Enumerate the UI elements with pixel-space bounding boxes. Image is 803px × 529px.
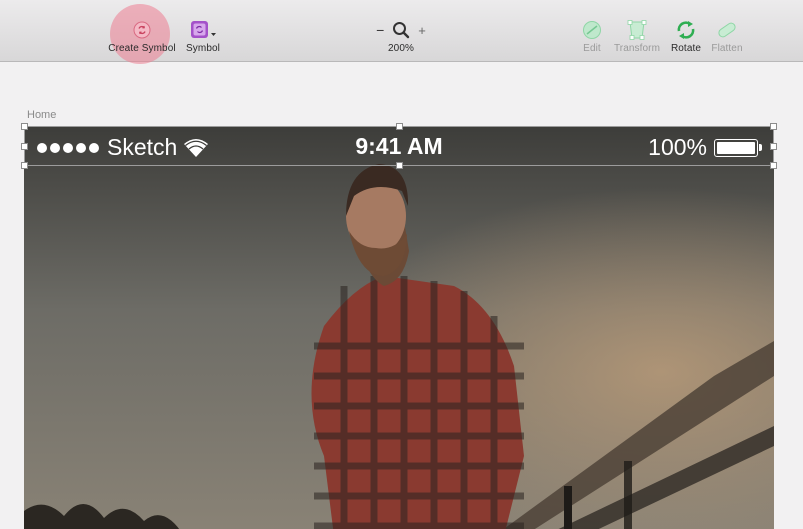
symbol-icon — [189, 19, 217, 41]
resize-handle[interactable] — [396, 123, 403, 130]
resize-handle[interactable] — [770, 162, 777, 169]
edit-icon — [582, 19, 602, 41]
symbol-label: Symbol — [186, 43, 220, 54]
artboard-home[interactable]: Sketch 9:41 AM 100% — [24, 126, 774, 529]
transform-label: Transform — [613, 43, 661, 54]
resize-handle[interactable] — [21, 143, 28, 150]
battery-icon — [714, 138, 758, 157]
create-symbol-button[interactable]: Create Symbol — [104, 0, 180, 62]
flatten-label: Flatten — [711, 43, 743, 54]
flatten-icon — [716, 19, 738, 41]
magnifier-icon — [393, 22, 410, 39]
rotate-label: Rotate — [670, 43, 702, 54]
resize-handle[interactable] — [21, 123, 28, 130]
resize-handle[interactable] — [396, 162, 403, 169]
rotate-button[interactable]: Rotate — [668, 0, 704, 62]
background-photo — [24, 126, 774, 529]
zoom-in-button[interactable]: + — [418, 23, 426, 38]
edit-button[interactable]: Edit — [578, 0, 606, 62]
symbol-button[interactable]: Symbol — [183, 0, 223, 62]
artboard-title[interactable]: Home — [27, 109, 56, 121]
resize-handle[interactable] — [770, 123, 777, 130]
zoom-out-button[interactable]: − — [376, 22, 384, 38]
ios-status-bar: Sketch 9:41 AM 100% — [24, 126, 774, 166]
toolbar: Create Symbol Symbol − + 200% Edit Trans… — [0, 0, 803, 64]
zoom-control: − + 200% — [370, 0, 432, 62]
create-symbol-icon — [133, 19, 151, 41]
rotate-icon — [674, 19, 698, 41]
zoom-level[interactable]: 200% — [388, 43, 414, 54]
create-symbol-label: Create Symbol — [108, 43, 176, 54]
resize-handle[interactable] — [770, 143, 777, 150]
flatten-button[interactable]: Flatten — [707, 0, 747, 62]
edit-label: Edit — [583, 43, 601, 54]
battery-percentage: 100% — [648, 134, 707, 160]
transform-icon — [626, 19, 648, 41]
resize-handle[interactable] — [21, 162, 28, 169]
transform-button[interactable]: Transform — [610, 0, 664, 62]
